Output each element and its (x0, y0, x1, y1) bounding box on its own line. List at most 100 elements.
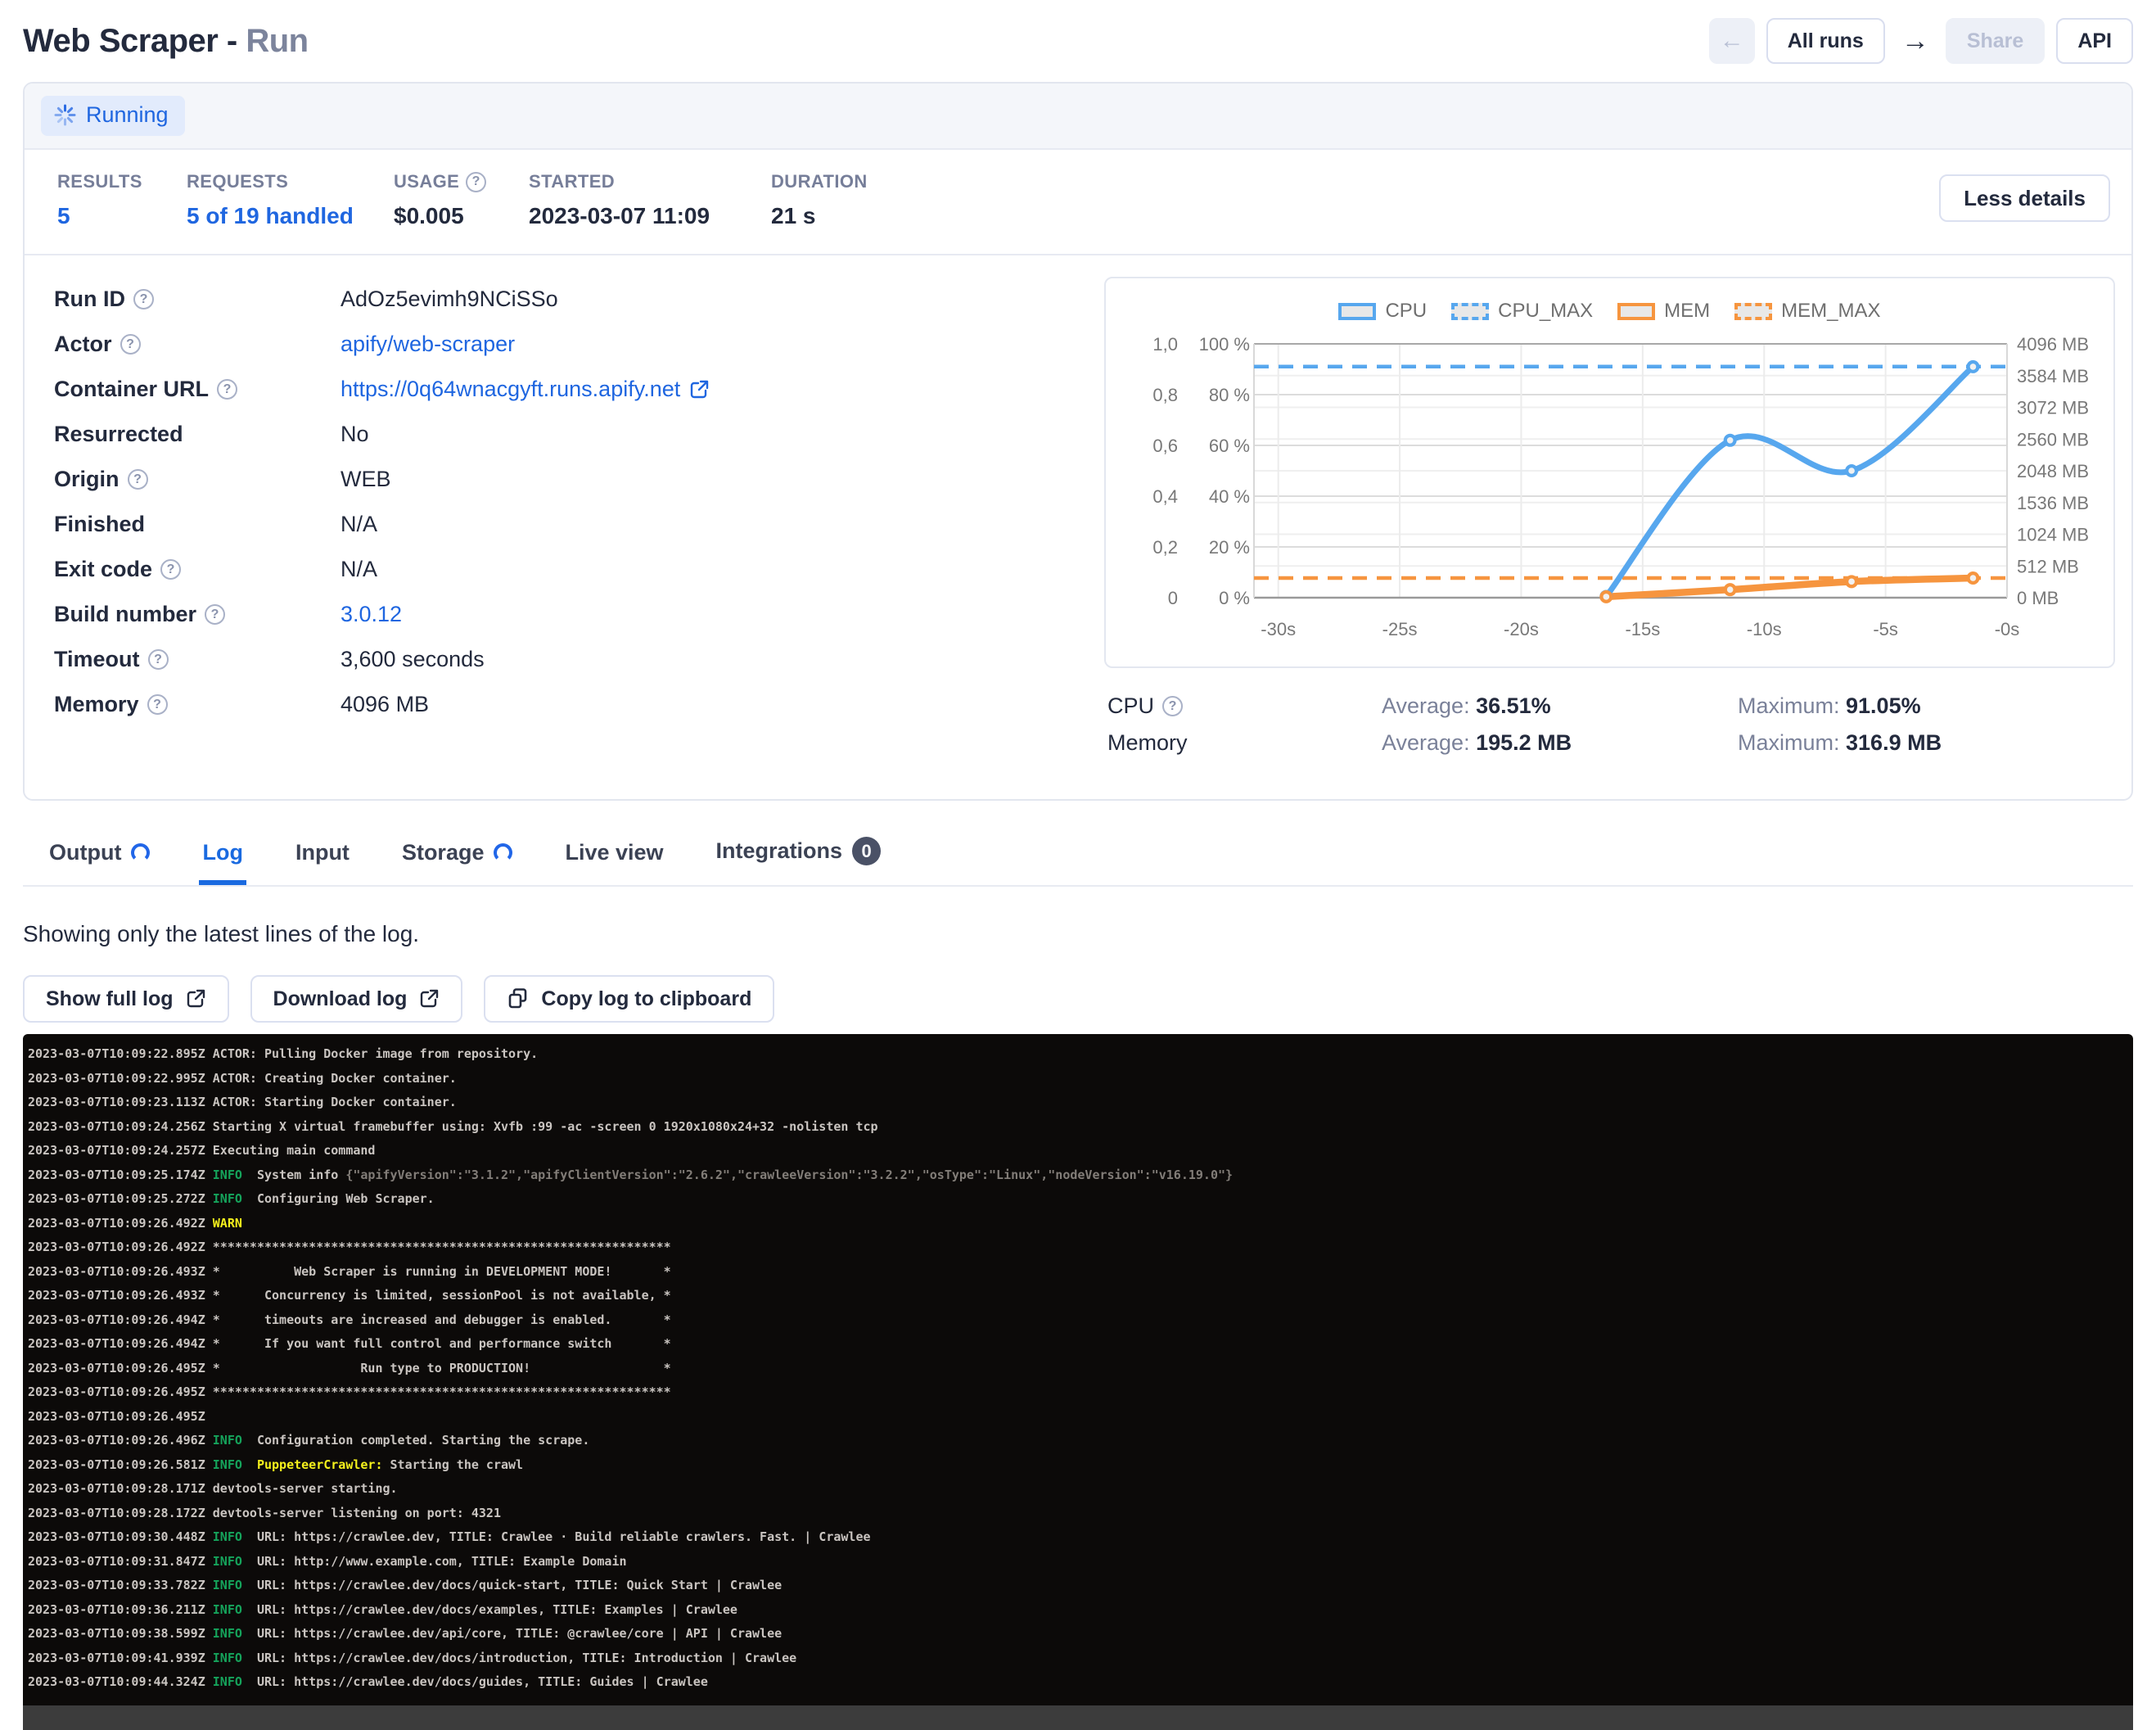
external-link-icon (418, 988, 440, 1010)
log-line: 2023-03-07T10:09:24.256Z Starting X virt… (28, 1115, 2133, 1140)
svg-text:4096 MB: 4096 MB (2017, 334, 2089, 355)
tab-label: Storage (402, 840, 485, 865)
stat-label: RESULTS (57, 171, 187, 192)
detail-value[interactable]: apify/web-scraper (341, 332, 515, 357)
legend-item-mem[interactable]: MEM (1617, 300, 1710, 323)
download-log-button[interactable]: Download log (250, 975, 463, 1023)
previous-run-button[interactable]: ← (1709, 18, 1755, 64)
stat-results: RESULTS 5 (57, 171, 187, 229)
title-separator: - (218, 23, 246, 59)
log-line: 2023-03-07T10:09:36.211Z INFO URL: https… (28, 1598, 2133, 1623)
help-icon[interactable]: ? (205, 604, 225, 625)
svg-text:100 %: 100 % (1199, 334, 1250, 355)
log-segment-ts: 2023-03-07T10:09:38.599Z (28, 1626, 213, 1641)
less-details-button[interactable]: Less details (1939, 174, 2110, 222)
detail-value: 4096 MB (341, 692, 429, 717)
resource-usage-chart: CPUCPU_MAXMEMMEM_MAX 1,00,80,60,40,20100… (1104, 277, 2115, 668)
stat-label: REQUESTS (187, 171, 394, 192)
detail-value[interactable]: https://0q64wnacgyft.runs.apify.net (341, 377, 710, 402)
log-line: 2023-03-07T10:09:38.599Z INFO URL: https… (28, 1622, 2133, 1646)
show-full-log-button[interactable]: Show full log (23, 975, 229, 1023)
next-run-button[interactable]: → (1897, 18, 1934, 64)
log-segment-ts: 2023-03-07T10:09:28.172Z (28, 1506, 213, 1520)
help-icon[interactable]: ? (147, 694, 168, 715)
usage-summary: CPU?Average: 36.51%Maximum: 91.05%Memory… (1104, 688, 2115, 761)
log-segment-msg: URL: https://crawlee.dev/api/core, TITLE… (242, 1626, 782, 1641)
tab-input[interactable]: Input (292, 832, 353, 885)
stat-value[interactable]: 5 (57, 203, 187, 229)
stat-label: USAGE? (394, 171, 529, 192)
detail-label-text: Run ID (54, 287, 125, 312)
legend-item-mem_max[interactable]: MEM_MAX (1734, 300, 1880, 323)
stat-label-text: RESULTS (57, 171, 142, 192)
external-link-icon (688, 379, 710, 400)
usage-metric-label: CPU? (1107, 693, 1382, 719)
help-icon[interactable]: ? (217, 379, 237, 400)
legend-label: MEM (1664, 300, 1710, 323)
log-line: 2023-03-07T10:09:26.581Z INFO PuppeteerC… (28, 1453, 2133, 1478)
status-badge: Running (41, 96, 185, 136)
tab-live-view[interactable]: Live view (562, 832, 666, 885)
help-icon[interactable]: ? (160, 559, 181, 580)
svg-text:2560 MB: 2560 MB (2017, 429, 2089, 449)
svg-text:0 MB: 0 MB (2017, 588, 2059, 608)
title-suffix: Run (246, 23, 308, 59)
log-segment-msg: ACTOR: Starting Docker container. (213, 1095, 457, 1109)
detail-value-text: 3,600 seconds (341, 647, 485, 672)
svg-text:-15s: -15s (1625, 619, 1660, 639)
tab-log[interactable]: Log (199, 832, 246, 885)
svg-text:0,6: 0,6 (1152, 436, 1178, 456)
share-button[interactable]: Share (1946, 18, 2045, 64)
svg-text:1024 MB: 1024 MB (2017, 525, 2089, 545)
svg-text:-20s: -20s (1504, 619, 1539, 639)
stat-value[interactable]: 5 of 19 handled (187, 203, 394, 229)
log-segment-msg: * timeouts are increased and debugger is… (213, 1312, 671, 1327)
detail-label-text: Memory (54, 692, 139, 717)
log-horizontal-scrollbar[interactable] (23, 1705, 2133, 1730)
detail-value-text: No (341, 422, 369, 447)
run-navigation: ← All runs → Share API (1709, 18, 2133, 64)
log-segment-ts: 2023-03-07T10:09:26.492Z (28, 1216, 213, 1231)
svg-text:1,0: 1,0 (1152, 334, 1178, 355)
usage-average-label: Average: (1382, 693, 1476, 718)
log-segment-info: INFO (213, 1529, 242, 1544)
copy-log-to-clipboard-button[interactable]: Copy log to clipboard (484, 975, 774, 1023)
log-line: 2023-03-07T10:09:33.782Z INFO URL: https… (28, 1574, 2133, 1598)
detail-label: Origin? (54, 467, 341, 492)
log-segment-ts: 2023-03-07T10:09:28.171Z (28, 1481, 213, 1496)
legend-label: MEM_MAX (1781, 300, 1880, 323)
help-icon[interactable]: ? (1162, 696, 1183, 716)
detail-value-text: 3.0.12 (341, 602, 402, 627)
all-runs-button[interactable]: All runs (1766, 18, 1885, 64)
api-button[interactable]: API (2056, 18, 2133, 64)
log-segment-ts: 2023-03-07T10:09:26.494Z (28, 1312, 213, 1327)
tab-storage[interactable]: Storage (399, 832, 516, 885)
help-icon[interactable]: ? (128, 469, 148, 490)
svg-text:0,8: 0,8 (1152, 385, 1178, 405)
legend-item-cpu_max[interactable]: CPU_MAX (1451, 300, 1593, 323)
run-detail-area: Run ID?AdOz5evimh9NCiSSoActor?apify/web-… (25, 254, 2131, 799)
help-icon[interactable]: ? (133, 289, 154, 309)
detail-value: N/A (341, 557, 377, 582)
log-segment-ts: 2023-03-07T10:09:30.448Z (28, 1529, 213, 1544)
legend-item-cpu[interactable]: CPU (1338, 300, 1427, 323)
detail-row-finished: FinishedN/A (54, 502, 1104, 547)
help-icon[interactable]: ? (148, 649, 169, 670)
log-lines: 2023-03-07T10:09:22.895Z ACTOR: Pulling … (23, 1034, 2133, 1695)
log-segment-info: INFO (213, 1651, 242, 1665)
log-line: 2023-03-07T10:09:26.492Z WARN (28, 1212, 2133, 1236)
detail-value: AdOz5evimh9NCiSSo (341, 287, 558, 312)
detail-value[interactable]: 3.0.12 (341, 602, 402, 627)
svg-text:-0s: -0s (1995, 619, 2020, 639)
usage-maximum-value: 91.05% (1846, 693, 1921, 718)
loading-arc-icon (494, 843, 512, 862)
tab-integrations[interactable]: Integrations0 (713, 829, 885, 885)
detail-value: N/A (341, 512, 377, 537)
log-line: 2023-03-07T10:09:25.174Z INFO System inf… (28, 1163, 2133, 1188)
page: Web Scraper - Run ← All runs → Share API (0, 0, 2156, 1730)
help-icon[interactable]: ? (120, 334, 141, 355)
help-icon[interactable]: ? (466, 172, 486, 192)
log-segment-msg: URL: https://crawlee.dev/docs/introducti… (242, 1651, 796, 1665)
tab-output[interactable]: Output (46, 832, 153, 885)
log-segment-msg: * Run type to PRODUCTION! * (213, 1361, 671, 1375)
